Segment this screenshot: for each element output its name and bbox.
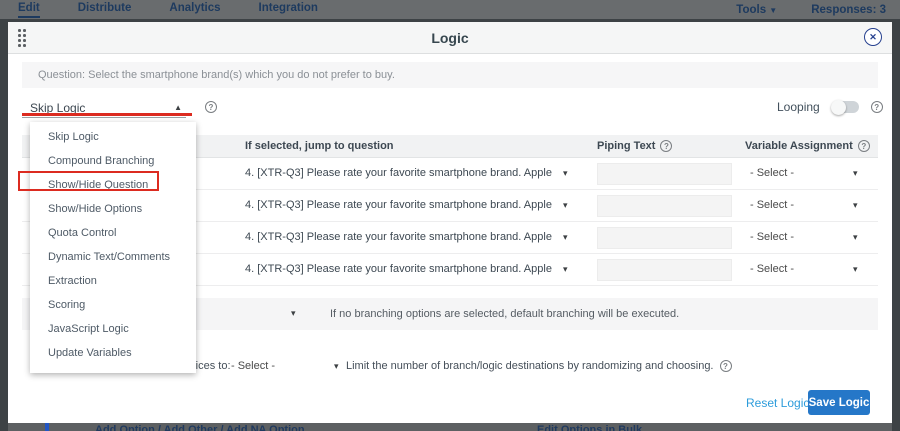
menu-item-show-hide-question[interactable]: Show/Hide Question (30, 173, 196, 197)
col-jump-header: If selected, jump to question (245, 140, 394, 152)
menu-item-dynamic-text-comments[interactable]: Dynamic Text/Comments (30, 245, 196, 269)
caret-down-icon[interactable]: ▾ (853, 264, 858, 275)
menu-item-quota-control[interactable]: Quota Control (30, 221, 196, 245)
looping-label: Looping (777, 100, 820, 114)
looping-help-icon[interactable]: ? (871, 101, 883, 113)
caret-down-icon[interactable]: ▾ (563, 200, 568, 211)
question-text: Question: Select the smartphone brand(s)… (38, 69, 395, 81)
nav-tab-distribute[interactable]: Distribute (78, 2, 132, 18)
piping-text-input[interactable] (597, 163, 732, 185)
jump-to-question-value: 4. [XTR-Q3] Please rate your favorite sm… (245, 231, 552, 243)
menu-item-scoring[interactable]: Scoring (30, 293, 196, 317)
looping-toggle[interactable] (832, 101, 859, 113)
variable-assignment-select[interactable]: - Select - (750, 231, 794, 243)
jump-to-question-value: 4. [XTR-Q3] Please rate your favorite sm… (245, 199, 552, 211)
piping-text-input[interactable] (597, 227, 732, 249)
save-logic-button[interactable]: Save Logic (808, 390, 870, 415)
default-branching-note: If no branching options are selected, de… (330, 308, 679, 320)
caret-down-icon[interactable]: ▾ (563, 168, 568, 179)
menu-item-compound-branching[interactable]: Compound Branching (30, 149, 196, 173)
logic-modal: Logic ✕ Question: Select the smartphone … (8, 22, 892, 423)
option-blue-bar (45, 423, 49, 431)
menu-item-show-hide-options[interactable]: Show/Hide Options (30, 197, 196, 221)
col-variable-header: Variable Assignment? (745, 140, 870, 152)
menu-item-extraction[interactable]: Extraction (30, 269, 196, 293)
variable-help-icon[interactable]: ? (858, 140, 870, 152)
piping-help-icon[interactable]: ? (660, 140, 672, 152)
modal-title: Logic (8, 22, 892, 54)
nav-tabs: Edit Distribute Analytics Integration (18, 2, 318, 18)
col-piping-header: Piping Text? (597, 140, 672, 152)
jump-to-question-value: 4. [XTR-Q3] Please rate your favorite sm… (245, 167, 552, 179)
nav-tab-analytics[interactable]: Analytics (169, 2, 220, 18)
caret-down-icon[interactable]: ▾ (853, 168, 858, 179)
menu-item-update-variables[interactable]: Update Variables (30, 341, 196, 365)
responses-count[interactable]: Responses: 3 (811, 4, 886, 16)
logic-help-icon[interactable]: ? (205, 101, 217, 113)
caret-down-icon[interactable]: ▾ (853, 232, 858, 243)
variable-assignment-select[interactable]: - Select - (750, 167, 794, 179)
modal-header: Logic ✕ (8, 22, 892, 54)
modal-footer: Reset Logic Save Logic (8, 388, 878, 418)
randomizer-help-icon[interactable]: ? (720, 360, 732, 372)
menu-item-javascript-logic[interactable]: JavaScript Logic (30, 317, 196, 341)
piping-text-input[interactable] (597, 195, 732, 217)
caret-down-icon[interactable]: ▾ (334, 361, 339, 372)
nav-tab-integration[interactable]: Integration (259, 2, 318, 18)
piping-text-input[interactable] (597, 259, 732, 281)
question-band: Question: Select the smartphone brand(s)… (22, 62, 878, 88)
caret-down-icon[interactable]: ▾ (563, 232, 568, 243)
top-navbar: Edit Distribute Analytics Integration Tools… (0, 0, 900, 19)
close-icon[interactable]: ✕ (864, 28, 882, 46)
caret-down-icon: ▼ (769, 6, 777, 15)
toggle-knob (831, 100, 846, 115)
variable-assignment-select[interactable]: - Select - (750, 263, 794, 275)
tools-menu[interactable]: Tools ▼ (736, 4, 777, 16)
randomizer-note: Limit the number of branch/logic destina… (346, 360, 732, 372)
caret-down-icon[interactable]: ▾ (563, 264, 568, 275)
looping-control: Looping ? (777, 100, 883, 114)
edit-options-bulk-link[interactable]: Edit Options in Bulk (537, 424, 642, 431)
reset-logic-link[interactable]: Reset Logic (746, 396, 809, 410)
menu-item-skip-logic[interactable]: Skip Logic (30, 125, 196, 149)
logic-type-menu: Skip LogicCompound BranchingShow/Hide Qu… (30, 122, 196, 373)
variable-assignment-select[interactable]: - Select - (750, 199, 794, 211)
nav-tab-edit[interactable]: Edit (18, 2, 40, 18)
caret-up-icon: ▲ (174, 103, 182, 112)
caret-down-icon[interactable]: ▾ (853, 200, 858, 211)
caret-down-icon[interactable]: ▾ (291, 308, 296, 319)
add-option-links[interactable]: Add Option / Add Other / Add NA Option (95, 424, 305, 431)
jump-to-question-value: 4. [XTR-Q3] Please rate your favorite sm… (245, 263, 552, 275)
randomizer-select[interactable]: - Select - (231, 360, 275, 372)
annotation-red-underline (22, 113, 192, 116)
page-behind-modal: Add Option / Add Other / Add NA Option E… (8, 423, 892, 431)
